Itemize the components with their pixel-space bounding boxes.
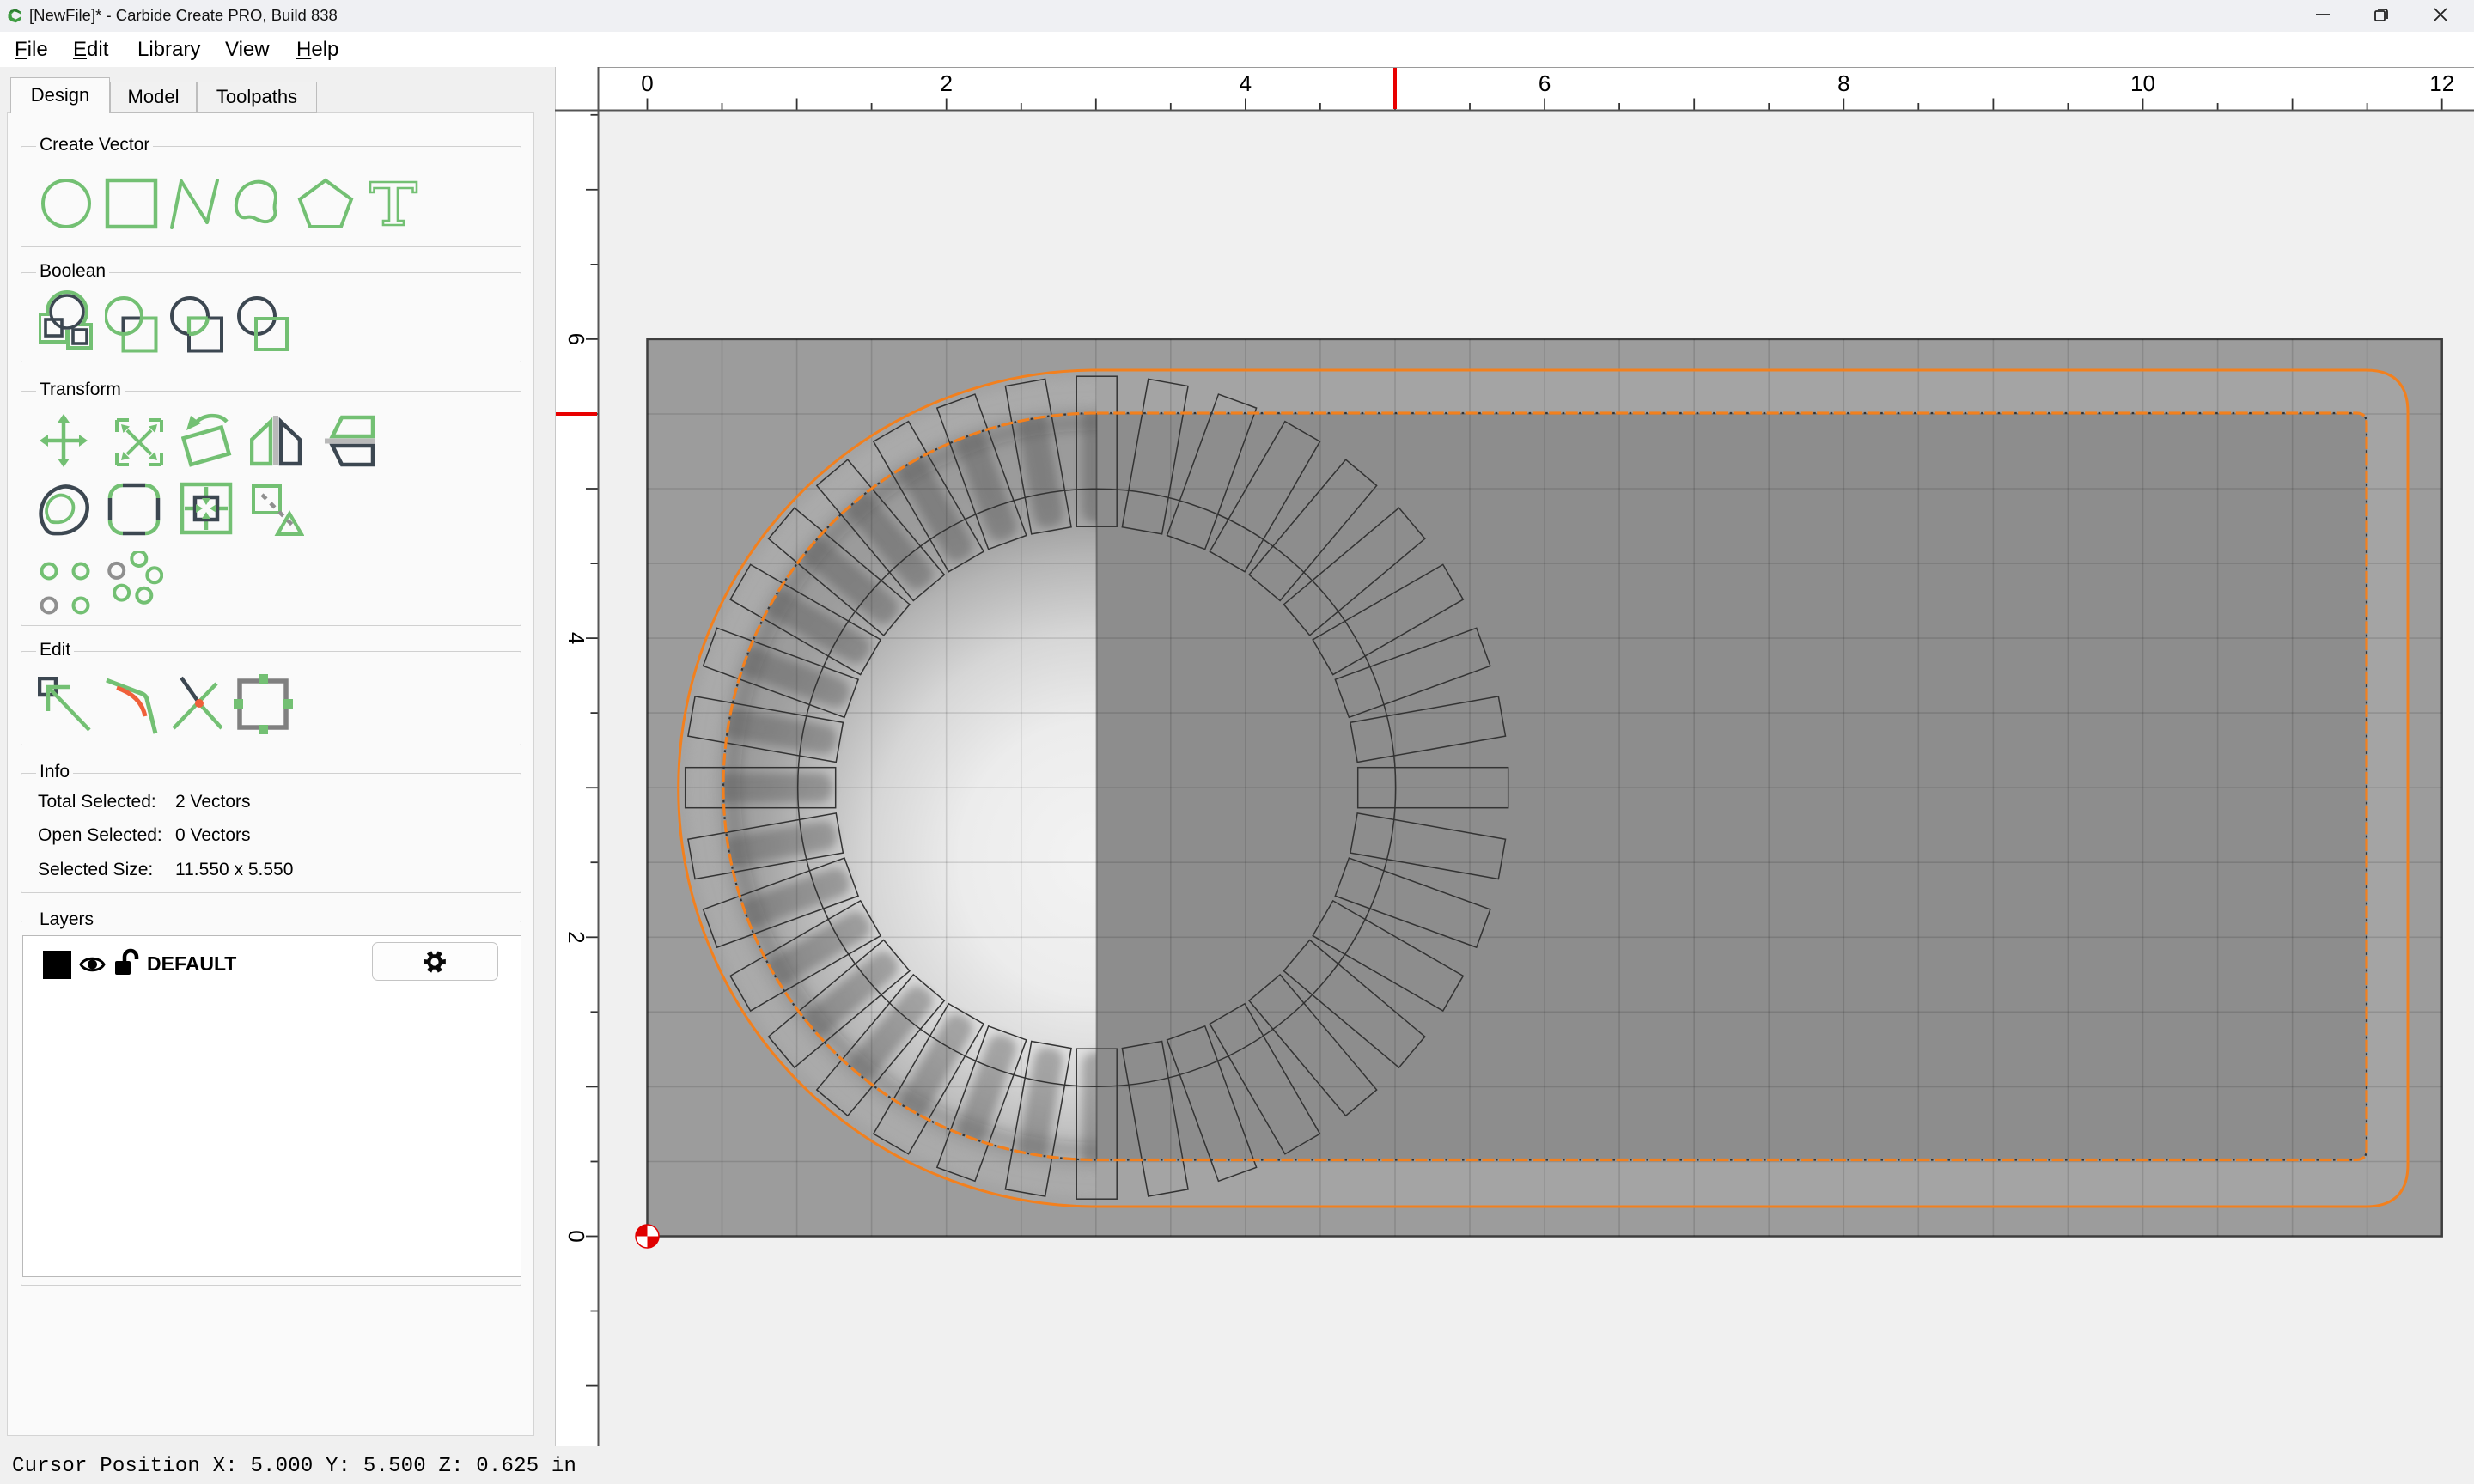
svg-text:12: 12 xyxy=(2429,70,2454,96)
svg-text:6: 6 xyxy=(1539,70,1551,96)
svg-text:6: 6 xyxy=(564,333,589,345)
svg-text:4: 4 xyxy=(564,632,589,644)
svg-text:4: 4 xyxy=(1240,70,1252,96)
svg-text:10: 10 xyxy=(2130,70,2155,96)
svg-text:2: 2 xyxy=(940,70,952,96)
svg-text:2: 2 xyxy=(564,931,589,943)
svg-text:0: 0 xyxy=(641,70,653,96)
svg-text:0: 0 xyxy=(564,1230,589,1242)
svg-text:8: 8 xyxy=(1837,70,1849,96)
